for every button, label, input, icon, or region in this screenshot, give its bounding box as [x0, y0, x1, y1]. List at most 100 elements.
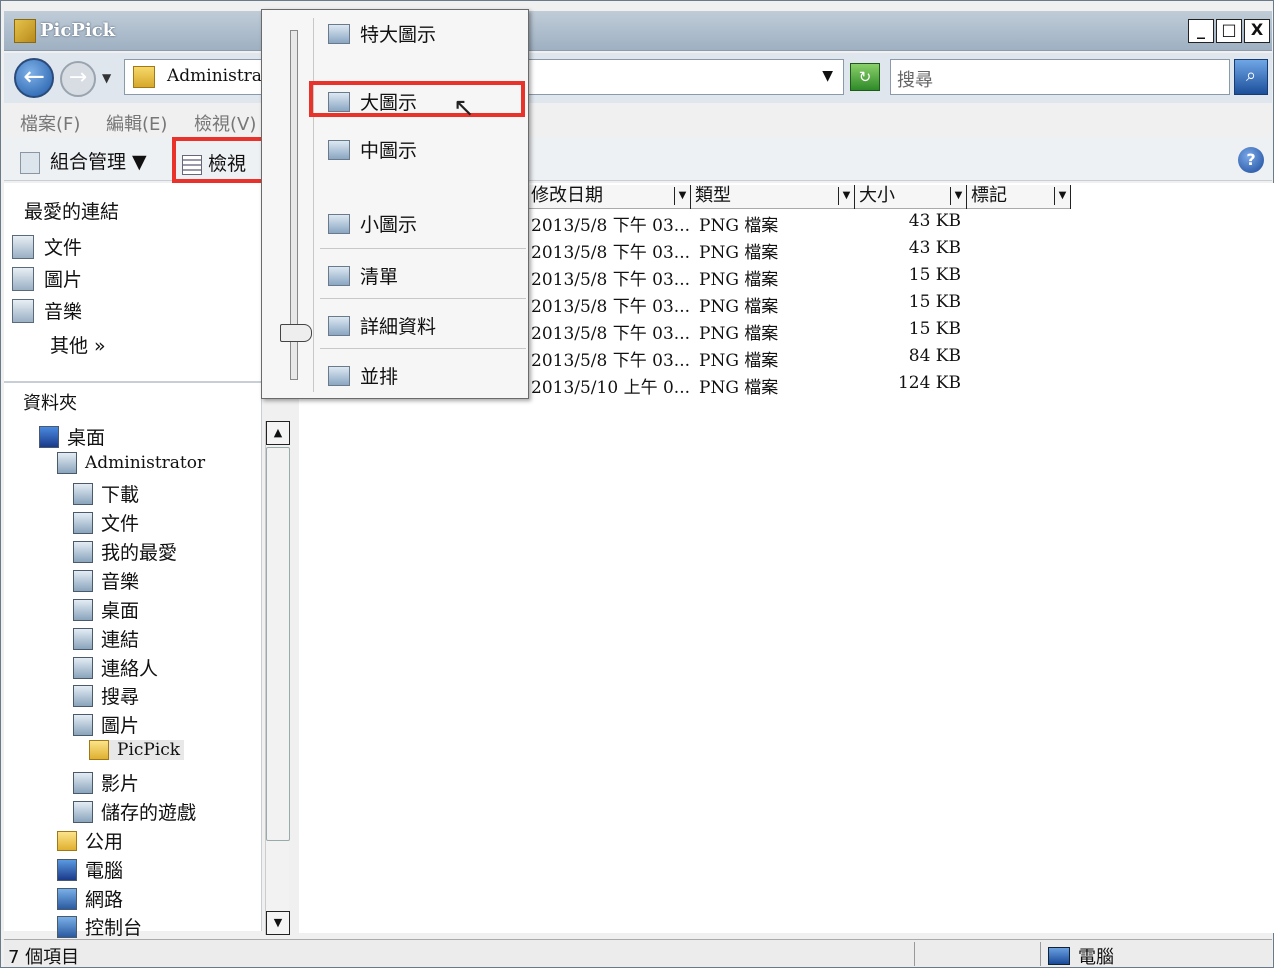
- favorites-more[interactable]: 其他 »: [50, 331, 106, 358]
- tree-public[interactable]: 公用: [57, 827, 123, 854]
- extra-large-icons-icon: [328, 23, 350, 44]
- file-type: PNG 檔案: [699, 378, 779, 398]
- folders-header[interactable]: 資料夾: [23, 389, 77, 415]
- tree-network[interactable]: 網路: [57, 885, 123, 912]
- maximize-button[interactable]: □: [1216, 19, 1242, 43]
- history-dropdown-icon[interactable]: ▼: [102, 71, 111, 85]
- favorite-music[interactable]: 音樂: [12, 297, 82, 324]
- desktop-folder-icon: [73, 598, 93, 621]
- medium-icons-icon: [328, 139, 350, 160]
- column-size[interactable]: 大小 ▼: [855, 185, 967, 209]
- menu-bar: 檔案(F) 編輯(E) 檢視(V): [4, 105, 1272, 137]
- tree-downloads[interactable]: 下載: [73, 480, 139, 507]
- menu-details[interactable]: 詳細資料: [328, 312, 436, 339]
- tree-label: 音樂: [101, 571, 140, 593]
- tree-label: 搜尋: [101, 686, 140, 708]
- tree-searches[interactable]: 搜尋: [73, 682, 139, 709]
- title-bar: PicPick _ □ X: [4, 11, 1272, 51]
- selected-highlight: [309, 81, 525, 117]
- favorite-documents[interactable]: 文件: [12, 233, 82, 260]
- tree-pictures[interactable]: 圖片: [73, 711, 139, 738]
- menu-extra-large-icons[interactable]: 特大圖示: [328, 20, 436, 47]
- back-button[interactable]: ←: [14, 58, 54, 98]
- close-button[interactable]: X: [1244, 19, 1270, 43]
- tree-picpick[interactable]: PicPick: [89, 740, 185, 760]
- help-icon[interactable]: ?: [1238, 147, 1264, 173]
- tree-favorites[interactable]: 我的最愛: [73, 538, 177, 565]
- scroll-thumb[interactable]: [266, 447, 290, 841]
- favorite-label: 圖片: [44, 269, 83, 291]
- command-toolbar: 組合管理 ▼ 檢視 ?: [4, 137, 1272, 183]
- item-count: 7 個項目: [8, 947, 80, 968]
- folder-icon: [133, 66, 155, 88]
- status-location: 電腦: [1048, 943, 1114, 969]
- menu-tiles[interactable]: 並排: [328, 362, 398, 389]
- column-dropdown-icon[interactable]: ▼: [1054, 187, 1070, 205]
- menu-medium-icons[interactable]: 中圖示: [328, 136, 417, 163]
- minimize-button[interactable]: _: [1188, 19, 1214, 43]
- favorites-icon: [73, 540, 93, 563]
- slider-knob[interactable]: [280, 324, 312, 342]
- view-button[interactable]: 檢視: [172, 137, 266, 183]
- tree-videos[interactable]: 影片: [73, 769, 139, 796]
- mouse-cursor-icon: ↖: [453, 93, 475, 123]
- tree-administrator[interactable]: Administrator: [57, 452, 205, 474]
- column-dropdown-icon[interactable]: ▼: [838, 187, 854, 205]
- file-date: 2013/5/8 下午 03...: [531, 216, 691, 236]
- column-tags[interactable]: 標記 ▼: [967, 185, 1071, 209]
- tree-label: 連結: [101, 629, 140, 651]
- search-icon[interactable]: ⌕: [1234, 59, 1268, 95]
- address-dropdown-icon[interactable]: ▼: [822, 68, 833, 84]
- tree-user-desktop[interactable]: 桌面: [73, 596, 139, 623]
- file-size: 15 KB: [908, 292, 961, 312]
- column-modified[interactable]: 修改日期 ▼: [527, 185, 691, 209]
- search-input[interactable]: 搜尋: [890, 59, 1230, 95]
- app-icon: [14, 19, 36, 43]
- column-dropdown-icon[interactable]: ▼: [950, 187, 966, 205]
- menu-list[interactable]: 清單: [328, 262, 398, 289]
- menu-edit[interactable]: 編輯(E): [106, 110, 167, 136]
- file-date: 2013/5/8 下午 03...: [531, 324, 691, 344]
- small-icons-icon: [328, 213, 350, 234]
- tree-label: 桌面: [101, 600, 140, 622]
- scroll-down-icon[interactable]: ▼: [266, 911, 290, 935]
- tree-saved-games[interactable]: 儲存的遊戲: [73, 798, 196, 825]
- pane-divider[interactable]: [4, 381, 262, 383]
- column-label: 類型: [695, 185, 731, 206]
- menu-small-icons[interactable]: 小圖示: [328, 210, 417, 237]
- favorite-pictures[interactable]: 圖片: [12, 265, 82, 292]
- menu-item-label: 詳細資料: [360, 316, 437, 338]
- file-size: 15 KB: [908, 265, 961, 285]
- column-label: 標記: [971, 185, 1007, 206]
- saved-games-icon: [73, 800, 93, 823]
- pictures-icon: [12, 266, 34, 291]
- tree-label: 圖片: [101, 715, 140, 737]
- column-label: 修改日期: [531, 185, 603, 206]
- organize-button[interactable]: 組合管理 ▼: [20, 147, 147, 174]
- tree-desktop[interactable]: 桌面: [39, 423, 105, 450]
- menu-file[interactable]: 檔案(F): [20, 110, 80, 136]
- tree-music[interactable]: 音樂: [73, 567, 139, 594]
- tree-contacts[interactable]: 連絡人: [73, 654, 158, 681]
- folder-icon: [89, 740, 109, 760]
- file-type: PNG 檔案: [699, 243, 779, 263]
- tree-scrollbar[interactable]: ▲ ▼: [265, 421, 290, 935]
- file-date: 2013/5/8 下午 03...: [531, 297, 691, 317]
- tree-label: PicPick: [117, 740, 181, 760]
- forward-button[interactable]: →: [60, 61, 96, 97]
- refresh-icon[interactable]: ↻: [850, 63, 880, 91]
- tree-control-panel[interactable]: 控制台: [57, 913, 142, 940]
- column-type[interactable]: 類型 ▼: [691, 185, 855, 209]
- scroll-up-icon[interactable]: ▲: [266, 421, 290, 445]
- menu-view[interactable]: 檢視(V): [194, 110, 256, 136]
- control-panel-icon: [57, 915, 77, 938]
- column-dropdown-icon[interactable]: ▼: [674, 187, 690, 205]
- favorites-header: 最愛的連結: [24, 201, 120, 223]
- tree-computer[interactable]: 電腦: [57, 856, 123, 883]
- icon-size-slider[interactable]: [272, 18, 314, 392]
- tree-label: 儲存的遊戲: [101, 802, 197, 824]
- favorite-label: 音樂: [44, 301, 83, 323]
- tree-documents[interactable]: 文件: [73, 509, 139, 536]
- tree-links[interactable]: 連結: [73, 625, 139, 652]
- file-size: 43 KB: [908, 211, 961, 231]
